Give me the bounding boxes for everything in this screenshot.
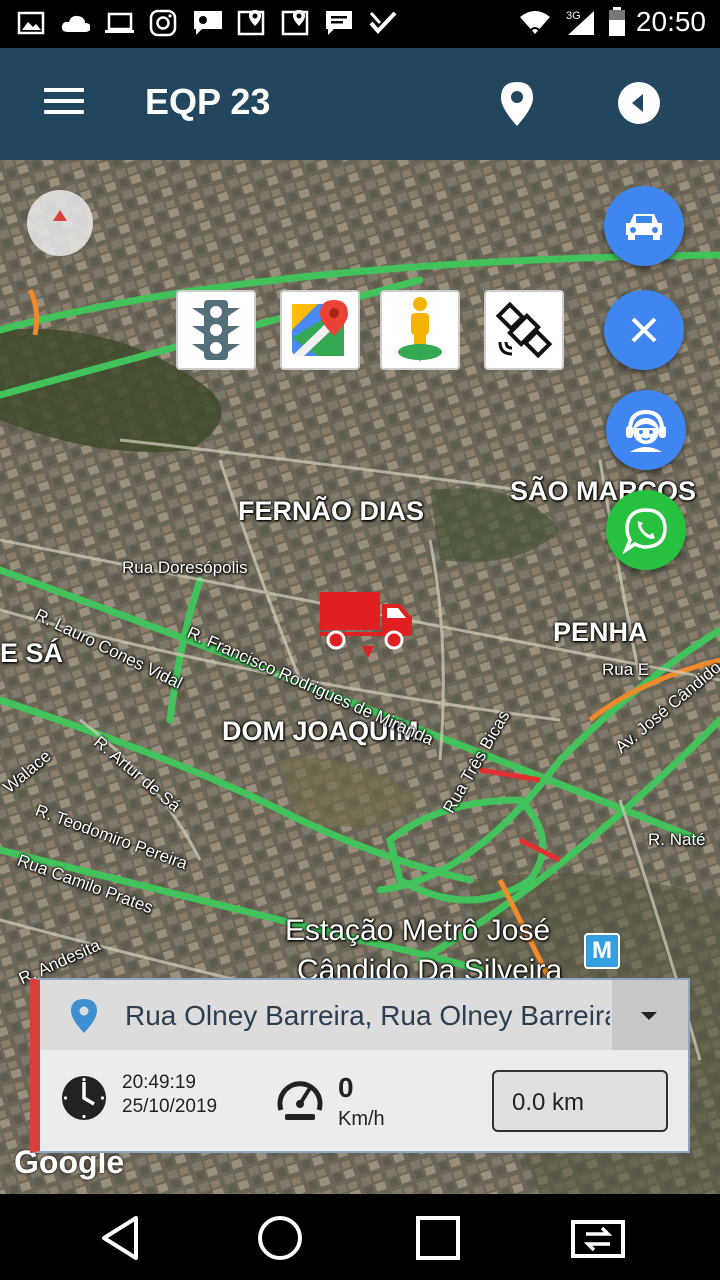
cloud-icon (60, 8, 90, 38)
traffic-light-icon (192, 300, 240, 360)
page-title: EQP 23 (145, 81, 271, 122)
menu-icon-bar (44, 110, 84, 114)
google-maps-button[interactable] (280, 290, 360, 370)
clock-icon (62, 1076, 106, 1120)
system-nav-bar (0, 1194, 720, 1280)
map-label-r-nate: R. Naté (648, 830, 706, 849)
address-text: Rua Olney Barreira, Rua Olney Barreira..… (125, 1000, 610, 1031)
speed-unit: Km/h (338, 1108, 385, 1130)
notification-icons (16, 8, 398, 38)
vehicle-info-card: Rua Olney Barreira, Rua Olney Barreira..… (30, 978, 690, 1153)
location-button[interactable] (497, 80, 537, 128)
clock-time: 20:50 (635, 6, 706, 37)
chat-lg-icon (192, 8, 222, 38)
message-icon (324, 8, 354, 38)
metro-badge-icon: M (584, 933, 620, 969)
map-label-rua-doresopolis: Rua Doresópolis (122, 558, 248, 577)
menu-icon-bar (44, 88, 84, 92)
satellite-icon (495, 301, 553, 359)
support-agent-icon (626, 409, 666, 452)
app-bar: EQP 23 (0, 48, 720, 160)
map-label-station-line1: Estação Metrô José (285, 914, 551, 947)
car-icon (626, 214, 662, 240)
back-triangle-icon[interactable] (98, 1214, 146, 1262)
maps-icon (280, 8, 310, 38)
street-view-button[interactable] (380, 290, 460, 370)
distance-field[interactable]: 0.0 km (492, 1070, 668, 1132)
recents-square-icon[interactable] (414, 1214, 462, 1262)
timestamp-time: 20:49:19 (122, 1072, 196, 1093)
map-label-e-sa: E SÁ (0, 638, 64, 668)
menu-button[interactable] (44, 88, 84, 118)
close-menu-button[interactable] (604, 290, 684, 370)
speed-value: 0 (338, 1072, 354, 1103)
whatsapp-icon (622, 508, 667, 554)
battery-icon (608, 7, 625, 36)
timestamp-date: 25/10/2019 (122, 1096, 218, 1117)
street-view-icon (398, 297, 442, 362)
home-circle-icon[interactable] (256, 1214, 304, 1262)
address-row[interactable]: Rua Olney Barreira, Rua Olney Barreira..… (40, 980, 688, 1050)
compass-button[interactable] (27, 190, 93, 256)
status-bar: 3G 20:50 (0, 0, 720, 48)
arrow-left-icon (632, 94, 643, 112)
switch-apps-icon[interactable] (570, 1214, 626, 1262)
check-icon (368, 8, 398, 38)
menu-icon-bar (44, 99, 84, 103)
speedometer-icon (277, 1081, 323, 1120)
laptop-icon (104, 8, 134, 38)
whatsapp-button[interactable] (606, 490, 686, 570)
compass-arrow-icon (53, 210, 67, 221)
truck-marker-icon[interactable] (318, 586, 418, 662)
close-icon (631, 317, 657, 343)
maps-icon (236, 8, 266, 38)
wifi-icon (519, 11, 550, 34)
location-pin-icon (501, 82, 533, 126)
back-button[interactable] (618, 82, 660, 124)
network-type: 3G (566, 10, 581, 22)
chevron-down-icon[interactable] (612, 980, 688, 1050)
vehicle-button[interactable] (604, 186, 684, 266)
image-icon (16, 8, 46, 38)
google-maps-icon (292, 300, 348, 356)
instagram-icon (148, 8, 178, 38)
traffic-layer-button[interactable] (176, 290, 256, 370)
map-label-fernao-dias: FERNÃO DIAS (238, 496, 425, 526)
signal-icon: 3G (566, 10, 594, 35)
satellite-layer-button[interactable] (484, 290, 564, 370)
location-pin-icon (71, 999, 97, 1033)
map-label-rua-e: Rua E (602, 660, 650, 679)
map-label-penha: PENHA (553, 617, 648, 647)
system-icons: 3G 20:50 (518, 6, 706, 38)
support-button[interactable] (606, 390, 686, 470)
